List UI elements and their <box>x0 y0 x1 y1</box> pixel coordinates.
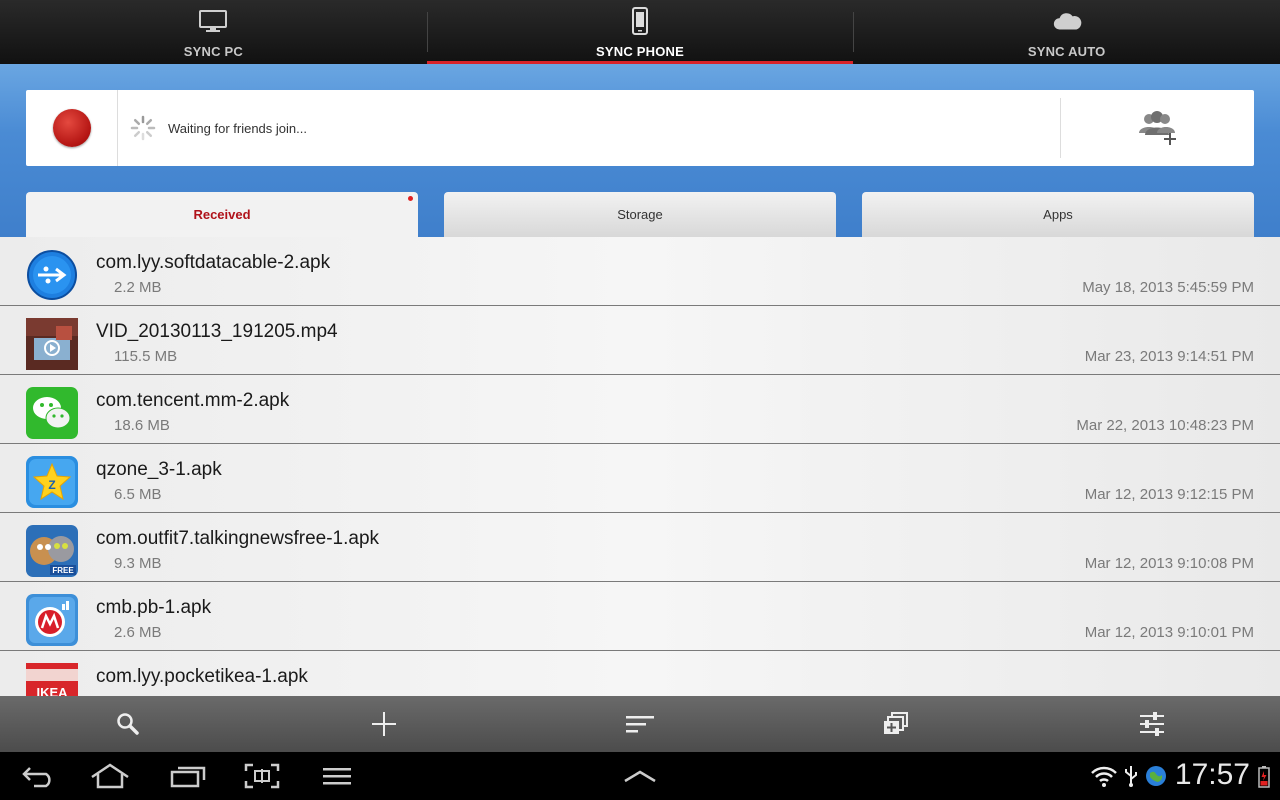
back-icon <box>22 767 51 788</box>
file-date: Mar 12, 2013 9:10:01 PM <box>1084 624 1254 641</box>
file-size: 6.5 MB <box>114 486 162 503</box>
settings-button[interactable] <box>1024 696 1280 752</box>
sync-globe-icon <box>1146 766 1166 786</box>
file-size: 2.6 MB <box>114 624 162 641</box>
file-name: VID_20130113_191205.mp4 <box>96 321 338 342</box>
bottom-toolbar <box>0 696 1280 752</box>
qzone-app-icon: Z <box>26 456 78 508</box>
battery-icon <box>1258 766 1270 793</box>
file-date: May 18, 2013 5:45:59 PM <box>1082 279 1254 296</box>
wifi-icon <box>1091 766 1117 787</box>
list-item[interactable]: cmb.pb-1.apk 2.6 MB Mar 12, 2013 9:10:01… <box>0 582 1280 651</box>
file-date: Mar 12, 2013 9:10:08 PM <box>1084 555 1254 572</box>
multi-select-icon <box>884 712 908 734</box>
add-friend-button[interactable] <box>1060 98 1254 158</box>
file-date: Mar 23, 2013 9:14:51 PM <box>1084 348 1254 365</box>
monitor-icon <box>198 8 228 34</box>
file-list[interactable]: com.lyy.softdatacable-2.apk 2.2 MB May 1… <box>0 237 1280 696</box>
top-tab-bar: SYNC PC SYNC PHONE SYNC AUTO <box>0 0 1280 64</box>
add-icon <box>372 712 396 736</box>
system-nav-bar: 17:57 <box>0 752 1280 800</box>
file-name: com.tencent.mm-2.apk <box>96 390 290 411</box>
tab-sync-auto[interactable]: SYNC AUTO <box>853 0 1280 64</box>
tab-label: SYNC PHONE <box>596 44 684 59</box>
file-name: cmb.pb-1.apk <box>96 597 212 618</box>
list-item[interactable]: FREE com.outfit7.talkingnewsfree-1.apk 9… <box>0 513 1280 582</box>
record-button-wrap <box>26 90 118 166</box>
cloud-icon <box>1052 8 1082 34</box>
sort-icon <box>626 716 654 733</box>
tab-label: Apps <box>1043 207 1073 222</box>
app-tray-button[interactable] <box>620 760 660 792</box>
tab-label: SYNC PC <box>183 44 243 59</box>
loading-spinner-icon <box>130 115 156 141</box>
list-item[interactable]: com.tencent.mm-2.apk 18.6 MB Mar 22, 201… <box>0 375 1280 444</box>
tab-sync-pc[interactable]: SYNC PC <box>0 0 427 64</box>
list-item[interactable]: IKEA com.lyy.pocketikea-1.apk <box>0 651 1280 696</box>
tab-storage[interactable]: Storage <box>444 192 836 237</box>
record-button[interactable] <box>52 109 91 147</box>
svg-text:IKEA: IKEA <box>36 685 68 696</box>
screenshot-icon <box>244 763 280 789</box>
file-size: 115.5 MB <box>114 348 178 365</box>
tab-apps[interactable]: Apps <box>862 192 1254 237</box>
status-card: Waiting for friends join... <box>26 90 1254 166</box>
file-size: 18.6 MB <box>114 417 170 434</box>
usb-icon <box>1125 766 1137 787</box>
video-thumbnail <box>26 318 78 370</box>
status-icons <box>1090 764 1168 788</box>
sort-button[interactable] <box>512 696 768 752</box>
add-button[interactable] <box>256 696 512 752</box>
phone-icon <box>625 7 655 35</box>
screenshot-button[interactable] <box>242 760 282 792</box>
svg-text:Z: Z <box>48 478 55 492</box>
back-button[interactable] <box>18 760 58 792</box>
usb-app-icon <box>26 249 78 301</box>
file-name: com.lyy.softdatacable-2.apk <box>96 252 331 273</box>
list-item[interactable]: com.lyy.softdatacable-2.apk 2.2 MB May 1… <box>0 237 1280 306</box>
list-item[interactable]: VID_20130113_191205.mp4 115.5 MB Mar 23,… <box>0 306 1280 375</box>
file-name: com.outfit7.talkingnewsfree-1.apk <box>96 528 380 549</box>
menu-button[interactable] <box>317 760 357 792</box>
home-button[interactable] <box>90 760 130 792</box>
home-icon <box>91 763 129 789</box>
sub-tab-bar: Received Storage Apps <box>26 192 1254 237</box>
file-date: Mar 22, 2013 10:48:23 PM <box>1076 417 1254 434</box>
file-size: 9.3 MB <box>114 555 162 572</box>
status-text: Waiting for friends join... <box>168 120 307 136</box>
tab-label: Received <box>193 207 251 222</box>
add-friends-icon <box>1138 111 1176 145</box>
list-item[interactable]: Z qzone_3-1.apk 6.5 MB Mar 12, 2013 9:12… <box>0 444 1280 513</box>
settings-sliders-icon <box>1140 712 1164 736</box>
search-icon <box>117 713 139 735</box>
file-name: qzone_3-1.apk <box>96 459 222 480</box>
tab-received[interactable]: Received <box>26 192 418 237</box>
search-button[interactable] <box>0 696 256 752</box>
file-size: 2.2 MB <box>114 279 162 296</box>
tab-label: SYNC AUTO <box>1027 44 1106 59</box>
file-name: com.lyy.pocketikea-1.apk <box>96 666 308 687</box>
ikea-app-icon: IKEA <box>26 663 78 696</box>
cmb-app-icon <box>26 594 78 646</box>
menu-icon <box>323 768 351 785</box>
multi-select-button[interactable] <box>768 696 1024 752</box>
chevron-up-icon <box>624 770 656 783</box>
recent-apps-icon <box>170 766 206 788</box>
notification-dot <box>408 196 413 201</box>
tab-label: Storage <box>617 207 663 222</box>
recent-apps-button[interactable] <box>168 760 208 792</box>
clock: 17:57 <box>1174 758 1250 791</box>
svg-text:FREE: FREE <box>52 566 74 575</box>
talking-news-app-icon: FREE <box>26 525 78 577</box>
wechat-app-icon <box>26 387 78 439</box>
file-date: Mar 12, 2013 9:12:15 PM <box>1084 486 1254 503</box>
tab-sync-phone[interactable]: SYNC PHONE <box>426 0 854 64</box>
